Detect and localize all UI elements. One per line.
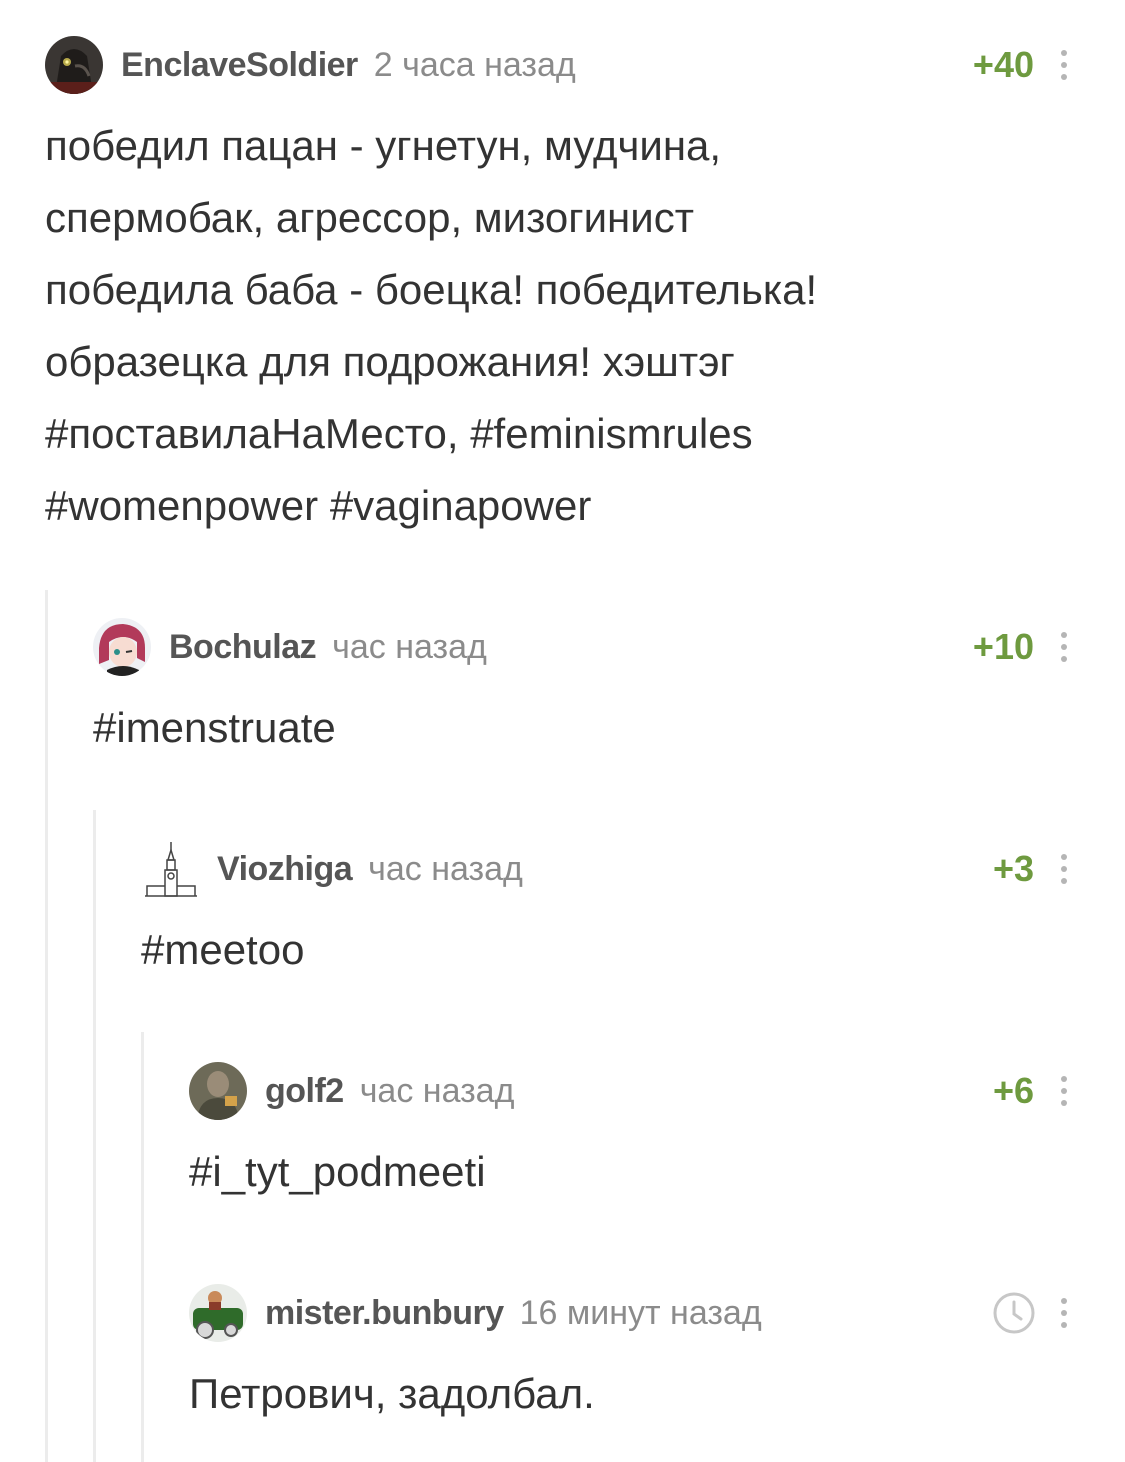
more-icon[interactable] [1059,34,1069,96]
thread-line-level-3 [141,1032,144,1462]
avatar[interactable] [189,1284,247,1342]
comment-header: Bochulaz час назад [93,616,487,678]
clock-icon[interactable] [992,1282,1036,1344]
rating[interactable]: +10 [973,616,1034,678]
rating[interactable]: +3 [993,838,1034,900]
username[interactable]: Bochulaz [169,628,317,667]
comment-time[interactable]: час назад [360,1072,515,1111]
comment-text: победил пацан - угнетун, мудчина, спермо… [45,122,818,529]
comment-time[interactable]: 16 минут назад [520,1294,762,1333]
rating[interactable]: +6 [993,1060,1034,1122]
avatar[interactable] [189,1062,247,1120]
avatar[interactable] [45,36,103,94]
avatar[interactable] [93,618,151,676]
comment-text: #imenstruate [93,704,336,751]
comment-time[interactable]: 2 часа назад [374,46,576,85]
avatar[interactable] [141,840,199,898]
username[interactable]: mister.bunbury [265,1294,504,1333]
comment-time[interactable]: час назад [332,628,487,667]
thread-line-level-1 [45,590,48,1462]
more-icon[interactable] [1059,1060,1069,1122]
comment-text: Петрович, задолбал. [189,1370,595,1417]
thread-line-level-2 [93,810,96,1462]
comment-text: #meetoo [141,926,305,973]
comment-time[interactable]: час назад [368,850,523,889]
comment-text: #i_tyt_podmeeti [189,1148,486,1195]
rating[interactable]: +40 [973,34,1034,96]
username[interactable]: Viozhiga [217,850,353,889]
username[interactable]: EnclaveSoldier [121,46,358,85]
more-icon[interactable] [1059,1282,1069,1344]
comment-header: Viozhiga час назад [141,838,523,900]
comment-header: mister.bunbury 16 минут назад [189,1282,762,1344]
more-icon[interactable] [1059,838,1069,900]
comment-header: EnclaveSoldier 2 часа назад [45,34,576,96]
username[interactable]: golf2 [265,1072,344,1111]
comment-header: golf2 час назад [189,1060,514,1122]
more-icon[interactable] [1059,616,1069,678]
